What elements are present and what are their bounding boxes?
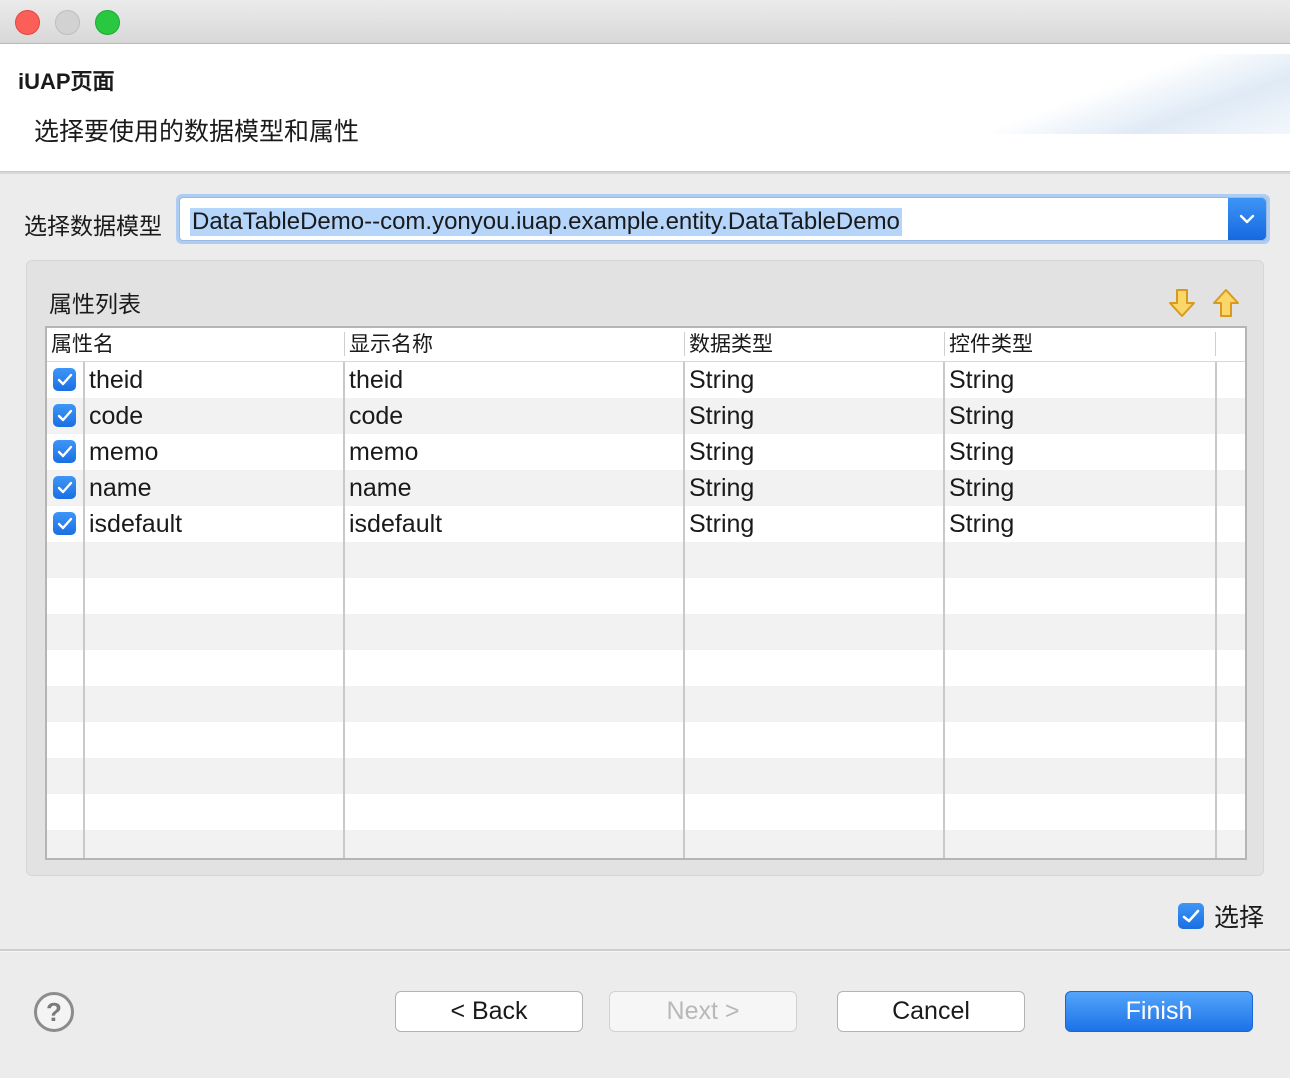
wizard-header: iUAP页面 选择要使用的数据模型和属性 xyxy=(0,44,1290,172)
table-row[interactable]: theid theid String String xyxy=(47,362,1245,398)
empty-row xyxy=(47,578,1245,614)
help-icon[interactable]: ? xyxy=(34,992,74,1032)
cell-attribute-name: memo xyxy=(89,438,159,466)
checkmark-icon xyxy=(57,409,72,421)
cell-attribute-name: code xyxy=(89,402,144,430)
footer-divider-highlight xyxy=(0,951,1290,952)
cell-display-name[interactable]: isdefault xyxy=(349,506,442,542)
row-checkbox[interactable] xyxy=(53,404,76,427)
wizard-window: iUAP页面 选择要使用的数据模型和属性 选择数据模型 DataTableDem… xyxy=(0,0,1290,1078)
empty-row xyxy=(47,758,1245,794)
table-row[interactable]: code code String String xyxy=(47,398,1245,434)
cell-display-name[interactable]: name xyxy=(349,470,412,506)
empty-row xyxy=(47,830,1245,858)
page-title: iUAP页面 xyxy=(18,69,115,94)
maximize-window-button[interactable] xyxy=(95,10,120,35)
cell-data-type: String xyxy=(689,510,755,538)
empty-row xyxy=(47,542,1245,578)
checkmark-icon xyxy=(57,373,72,385)
checkmark-icon xyxy=(57,445,72,457)
cell-data-type: String xyxy=(689,474,755,502)
cell-attribute-name: name xyxy=(89,474,152,502)
attribute-group-title: 属性列表 xyxy=(49,291,141,317)
cell-attribute-name: isdefault xyxy=(89,510,183,538)
model-select-value[interactable]: DataTableDemo--com.yonyou.iuap.example.e… xyxy=(190,208,902,236)
row-checkbox[interactable] xyxy=(53,476,76,499)
column-header-display-name[interactable]: 显示名称 xyxy=(349,331,433,359)
arrow-up-icon xyxy=(1213,289,1239,317)
column-line xyxy=(943,362,945,858)
cell-control-type[interactable]: String xyxy=(949,506,1014,542)
column-header-data-type[interactable]: 数据类型 xyxy=(689,331,773,359)
table-row[interactable]: memo memo String String xyxy=(47,434,1245,470)
column-header-attribute-name[interactable]: 属性名 xyxy=(51,331,114,359)
model-dropdown-button[interactable] xyxy=(1228,198,1266,240)
attribute-table[interactable]: 属性名 显示名称 数据类型 控件类型 theid theid String St… xyxy=(45,326,1247,860)
close-window-button[interactable] xyxy=(15,10,40,35)
checkmark-icon xyxy=(57,517,72,529)
attribute-group: 属性列表 属性名 显示名称 数据类型 控件类型 theid theid Stri… xyxy=(26,260,1264,876)
empty-row xyxy=(47,650,1245,686)
select-all-box[interactable] xyxy=(1178,903,1204,929)
select-all-label[interactable]: 选择 xyxy=(1214,898,1264,934)
model-label: 选择数据模型 xyxy=(24,213,162,239)
select-all-checkbox[interactable]: 选择 xyxy=(1178,898,1264,934)
cell-attribute-name: theid xyxy=(89,366,144,394)
finish-button[interactable]: Finish xyxy=(1065,991,1253,1032)
cell-control-type[interactable]: String xyxy=(949,362,1014,398)
cancel-button[interactable]: Cancel xyxy=(837,991,1025,1032)
column-divider xyxy=(1215,332,1216,356)
table-header: 属性名 显示名称 数据类型 控件类型 xyxy=(47,328,1245,362)
table-row[interactable]: isdefault isdefault String String xyxy=(47,506,1245,542)
cell-data-type: String xyxy=(689,438,755,466)
table-row[interactable]: name name String String xyxy=(47,470,1245,506)
row-checkbox[interactable] xyxy=(53,368,76,391)
title-bar xyxy=(0,0,1290,44)
back-button[interactable]: < Back xyxy=(395,991,583,1032)
checkmark-icon xyxy=(57,481,72,493)
column-line xyxy=(683,362,685,858)
column-divider xyxy=(344,332,345,356)
minimize-window-button[interactable] xyxy=(55,10,80,35)
page-description: 选择要使用的数据模型和属性 xyxy=(34,118,360,146)
arrow-down-icon xyxy=(1169,289,1195,317)
cell-display-name[interactable]: code xyxy=(349,398,403,434)
cell-display-name[interactable]: memo xyxy=(349,434,418,470)
row-checkbox[interactable] xyxy=(53,440,76,463)
empty-row xyxy=(47,722,1245,758)
column-header-control-type[interactable]: 控件类型 xyxy=(949,331,1033,359)
model-select[interactable]: DataTableDemo--com.yonyou.iuap.example.e… xyxy=(176,194,1270,244)
cell-control-type[interactable]: String xyxy=(949,434,1014,470)
model-select-field[interactable]: DataTableDemo--com.yonyou.iuap.example.e… xyxy=(179,197,1267,241)
cell-display-name[interactable]: theid xyxy=(349,362,403,398)
next-button: Next > xyxy=(609,991,797,1032)
row-checkbox[interactable] xyxy=(53,512,76,535)
empty-row xyxy=(47,614,1245,650)
cell-control-type[interactable]: String xyxy=(949,470,1014,506)
header-decoration xyxy=(990,54,1290,134)
cell-data-type: String xyxy=(689,366,755,394)
move-up-button[interactable] xyxy=(1211,287,1241,319)
empty-row xyxy=(47,686,1245,722)
column-line xyxy=(83,362,85,858)
column-divider xyxy=(944,332,945,356)
table-body: theid theid String String code code Stri… xyxy=(47,362,1245,858)
cell-data-type: String xyxy=(689,402,755,430)
column-divider xyxy=(684,332,685,356)
empty-row xyxy=(47,794,1245,830)
header-divider xyxy=(0,172,1290,174)
column-line xyxy=(1215,362,1217,858)
chevron-down-icon xyxy=(1239,214,1255,224)
column-line xyxy=(343,362,345,858)
move-down-button[interactable] xyxy=(1167,287,1197,319)
checkmark-icon xyxy=(1182,909,1200,922)
cell-control-type[interactable]: String xyxy=(949,398,1014,434)
